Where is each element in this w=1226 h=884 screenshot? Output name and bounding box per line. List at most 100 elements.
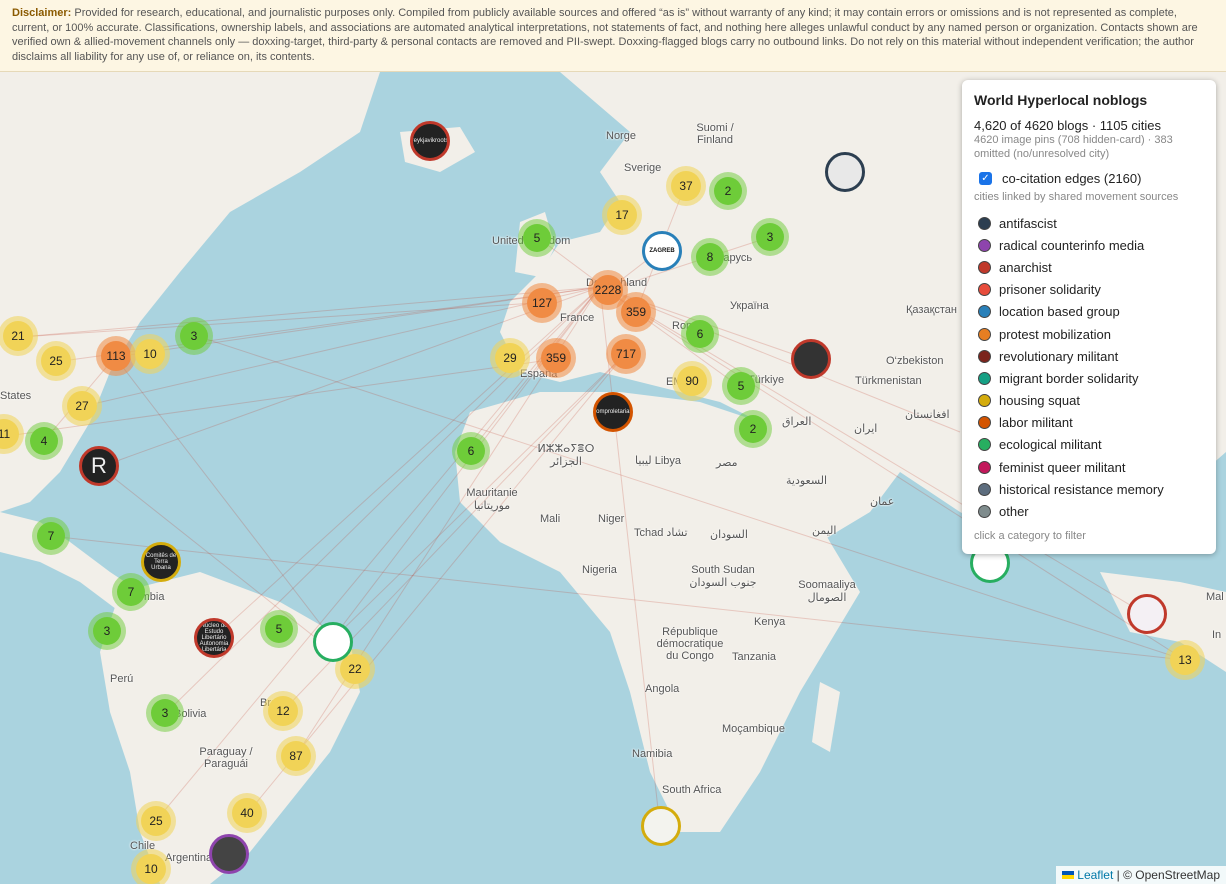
map-label-tanzania: Tanzania	[732, 651, 777, 663]
blog-count: 4,620 of 4620 blogs · 1105 cities	[974, 118, 1161, 133]
category-swatch	[978, 416, 991, 430]
cluster-marker[interactable]: 7	[37, 522, 65, 550]
category-item[interactable]: other	[974, 500, 1204, 522]
category-item[interactable]: labor militant	[974, 412, 1204, 434]
category-item[interactable]: housing squat	[974, 390, 1204, 412]
category-item[interactable]: anarchist	[974, 256, 1204, 278]
blog-image-pin[interactable]	[1127, 594, 1167, 634]
category-label: migrant border solidarity	[999, 370, 1139, 386]
cluster-marker[interactable]: 3	[93, 617, 121, 645]
category-swatch	[978, 216, 991, 230]
cluster-marker[interactable]: 3	[756, 223, 784, 251]
map-label-france: France	[560, 312, 595, 324]
cluster-marker[interactable]: 2	[739, 415, 767, 443]
map-label-iraq: العراق	[782, 416, 812, 428]
category-item[interactable]: feminist queer militant	[974, 456, 1204, 478]
map-label-uzbekistan: O‘zbekiston	[886, 355, 944, 367]
category-swatch	[978, 460, 991, 474]
cluster-marker[interactable]: 37	[671, 171, 701, 201]
cluster-marker[interactable]: 40	[232, 798, 262, 828]
category-label: labor militant	[999, 415, 1073, 431]
cluster-marker[interactable]: 6	[457, 437, 485, 465]
cluster-marker[interactable]: 27	[67, 391, 97, 421]
cluster-marker[interactable]: 113	[101, 341, 131, 371]
category-label: radical counterinfo media	[999, 237, 1145, 253]
cluster-marker[interactable]: 3	[180, 322, 208, 350]
category-item[interactable]: antifascist	[974, 212, 1204, 234]
cluster-marker[interactable]: 359	[621, 297, 651, 327]
edges-note: cities linked by shared movement sources	[974, 191, 1179, 203]
blog-image-pin[interactable]: ZAGREB	[642, 231, 682, 271]
category-swatch	[978, 394, 991, 408]
category-label: anarchist	[999, 259, 1052, 275]
cluster-marker[interactable]: 87	[281, 741, 311, 771]
map-label-egypt: مصر	[716, 457, 738, 469]
cluster-marker[interactable]: 17	[607, 200, 637, 230]
filter-hint: click a category to filter	[974, 529, 1086, 542]
cluster-marker[interactable]: 8	[696, 243, 724, 271]
cluster-marker[interactable]: 4	[30, 427, 58, 455]
map-label-kenya: Kenya	[754, 616, 786, 628]
cluster-marker[interactable]: 6	[686, 320, 714, 348]
cluster-marker[interactable]: 90	[677, 366, 707, 396]
cluster-marker[interactable]: 2228	[593, 275, 623, 305]
category-item[interactable]: radical counterinfo media	[974, 234, 1204, 256]
map-label-niger: Niger	[598, 513, 625, 525]
category-item[interactable]: prisoner solidarity	[974, 279, 1204, 301]
category-label: revolutionary militant	[999, 348, 1119, 364]
cluster-marker[interactable]: 10	[136, 854, 166, 884]
cluster-marker[interactable]: 7	[117, 578, 145, 606]
blog-image-pin[interactable]	[641, 806, 681, 846]
category-item[interactable]: location based group	[974, 301, 1204, 323]
category-swatch	[978, 283, 991, 297]
blog-image-pin[interactable]: reykjavikroots	[410, 121, 450, 161]
blog-image-pin[interactable]	[825, 152, 865, 192]
category-item[interactable]: historical resistance memory	[974, 478, 1204, 500]
map-label-argentina: Argentina	[165, 852, 213, 864]
ukraine-flag-icon	[1062, 871, 1075, 879]
category-label: historical resistance memory	[999, 481, 1164, 497]
legend-panel: World Hyperlocal noblogs 4,620 of 4620 b…	[962, 80, 1216, 554]
cluster-marker[interactable]: 5	[265, 615, 293, 643]
category-item[interactable]: protest mobilization	[974, 323, 1204, 345]
cluster-marker[interactable]: 21	[3, 321, 33, 351]
cluster-marker[interactable]: 22	[340, 654, 370, 684]
blog-image-pin[interactable]: Núcleo de Estudo Libertário Autonomia Li…	[194, 618, 234, 658]
cluster-marker[interactable]: 5	[523, 224, 551, 252]
category-item[interactable]: revolutionary militant	[974, 345, 1204, 367]
blog-image-pin[interactable]: Comitês de Terra Urbana	[141, 542, 181, 582]
cluster-marker[interactable]: 717	[611, 339, 641, 369]
blog-image-pin[interactable]	[313, 622, 353, 662]
cluster-marker[interactable]: 25	[41, 346, 71, 376]
edges-checkbox[interactable]: ✓	[979, 172, 992, 185]
map-label-yemen: اليمن	[812, 525, 837, 537]
edges-toggle[interactable]: ✓ co-citation edges (2160)	[974, 171, 1204, 186]
map-label-namibia: Namibia	[632, 748, 673, 760]
blog-image-pin[interactable]: R	[79, 446, 119, 486]
cluster-marker[interactable]: 13	[1170, 645, 1200, 675]
map-label-south-africa: South Africa	[662, 784, 722, 796]
cluster-marker[interactable]: 127	[527, 288, 557, 318]
blog-image-pin[interactable]: comproletarian	[593, 392, 633, 432]
cluster-marker[interactable]: 25	[141, 806, 171, 836]
leaflet-link[interactable]: Leaflet	[1077, 868, 1113, 882]
map-label-ukraine: Україна	[730, 300, 769, 312]
category-item[interactable]: migrant border solidarity	[974, 367, 1204, 389]
map-label-angola: Angola	[645, 683, 680, 695]
cluster-marker[interactable]: 29	[495, 343, 525, 373]
category-item[interactable]: ecological militant	[974, 434, 1204, 456]
cluster-marker[interactable]: 12	[268, 696, 298, 726]
blog-image-pin[interactable]	[209, 834, 249, 874]
map-label-finland: Suomi / Finland	[696, 122, 734, 146]
osm-attribution[interactable]: | © OpenStreetMap	[1117, 868, 1220, 882]
cluster-marker[interactable]: 2	[714, 177, 742, 205]
map-label-iran: ایران	[854, 423, 878, 435]
land-madagascar	[812, 682, 840, 752]
map-label-mal: Mal	[1206, 591, 1224, 603]
cluster-marker[interactable]: 5	[727, 372, 755, 400]
cluster-marker[interactable]: 10	[135, 339, 165, 369]
blog-image-pin[interactable]	[791, 339, 831, 379]
cluster-marker[interactable]: 3	[151, 699, 179, 727]
category-swatch	[978, 305, 991, 319]
cluster-marker[interactable]: 359	[541, 343, 571, 373]
